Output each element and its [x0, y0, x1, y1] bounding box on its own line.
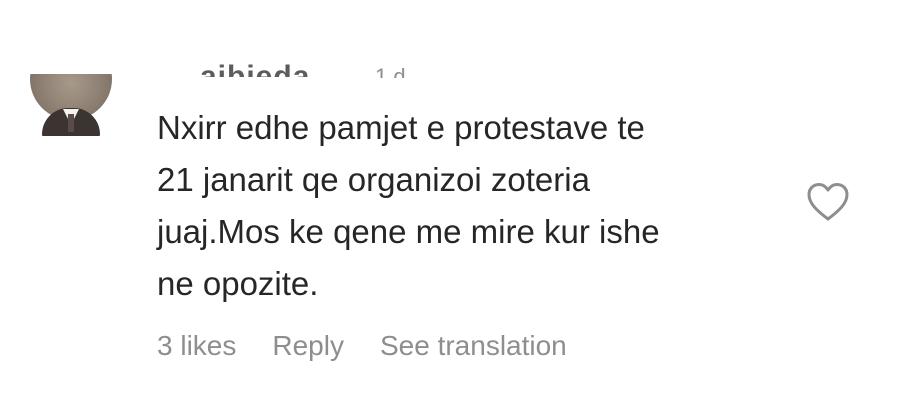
heart-outline-icon[interactable]: [806, 182, 850, 222]
comment-text-line: Nxirr edhe pamjet e protestave te: [157, 109, 645, 146]
avatar[interactable]: [22, 74, 120, 136]
comment-text: Nxirr edhe pamjet e protestave te 21 jan…: [157, 102, 797, 310]
likes-count[interactable]: 3 likes: [157, 330, 236, 362]
avatar-tie: [68, 114, 74, 132]
comment-text-line: juaj.Mos ke qene me mire kur ishe: [157, 213, 660, 250]
comment-text-line: 21 janarit qe organizoi zoteria: [157, 161, 590, 198]
see-translation-button[interactable]: See translation: [380, 330, 567, 362]
comment-text-line: ne opozite.: [157, 265, 319, 302]
comment-username[interactable]: ajbieda: [200, 55, 310, 77]
comment-actions: 3 likes Reply See translation: [157, 330, 567, 362]
reply-button[interactable]: Reply: [272, 330, 344, 362]
comment-item: ajbieda 1 d Nxirr edhe pamjet e protesta…: [0, 0, 900, 402]
comment-timestamp: 1 d: [375, 64, 406, 78]
